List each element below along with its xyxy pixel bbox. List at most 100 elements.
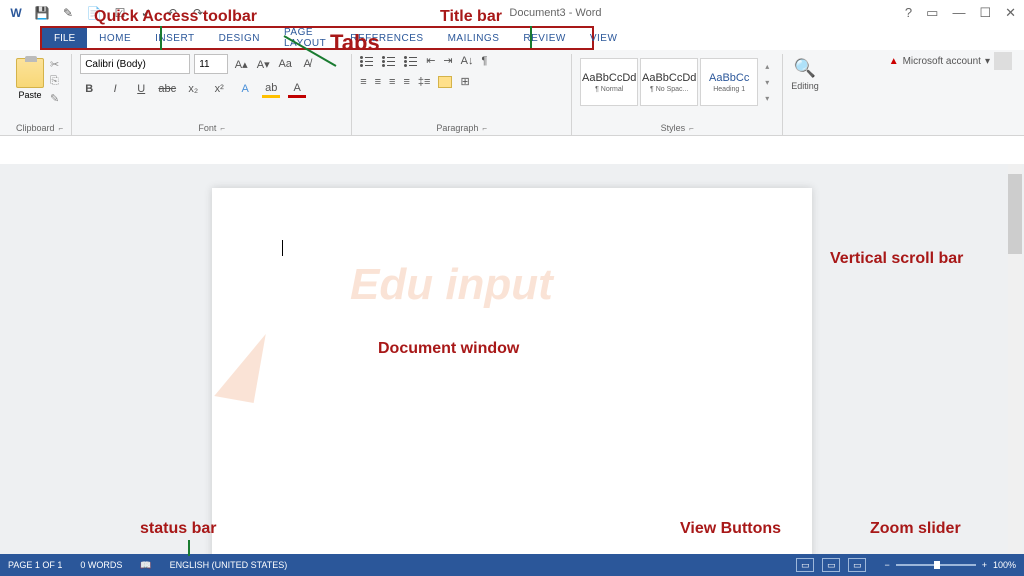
underline-button[interactable]: U <box>132 80 150 98</box>
group-editing: 🔍 Editing <box>783 54 827 135</box>
maximize-icon[interactable]: ☐ <box>979 5 991 21</box>
word-icon: W <box>8 5 24 21</box>
align-left-icon[interactable]: ≡ <box>360 76 366 88</box>
paragraph-dialog-icon[interactable]: ⌐ <box>482 124 487 133</box>
group-clipboard: Paste ✂ ⎘ ✎ Clipboard ⌐ <box>8 54 72 135</box>
ribbon: Paste ✂ ⎘ ✎ Clipboard ⌐ A▴ A▾ Aa A̸ B I <box>0 50 1024 136</box>
cut-icon[interactable]: ✂ <box>50 58 59 71</box>
bullets-icon[interactable] <box>360 55 374 67</box>
annot-viewbtns: View Buttons <box>680 520 781 538</box>
numbering-icon[interactable] <box>382 55 396 67</box>
show-marks-icon[interactable]: ¶ <box>481 55 487 67</box>
find-icon: 🔍 <box>794 58 816 79</box>
increase-indent-icon[interactable]: ⇥ <box>443 54 452 67</box>
paste-label: Paste <box>18 90 41 100</box>
view-buttons: ▭ ▭ ▭ <box>796 558 866 572</box>
styles-more-icon[interactable]: ▴▾▾ <box>760 58 774 106</box>
tab-insert[interactable]: INSERT <box>143 28 207 48</box>
annot-titlebar: Title bar <box>440 8 502 26</box>
annot-docwin: Document window <box>378 340 519 358</box>
style-no-spacing[interactable]: AaBbCcDd¶ No Spac... <box>640 58 698 106</box>
group-font-label: Font <box>198 123 216 133</box>
zoom-track[interactable] <box>896 564 976 566</box>
find-button[interactable]: 🔍 Editing <box>791 58 819 91</box>
group-clipboard-label: Clipboard <box>16 123 55 133</box>
qat-button-1[interactable]: ✎ <box>60 5 76 21</box>
borders-icon[interactable]: ⊞ <box>460 75 469 88</box>
align-right-icon[interactable]: ≡ <box>389 76 395 88</box>
italic-button[interactable]: I <box>106 80 124 98</box>
clear-format-icon[interactable]: A̸ <box>298 55 316 73</box>
minimize-icon[interactable]: — <box>952 5 965 21</box>
status-page[interactable]: PAGE 1 OF 1 <box>8 560 62 570</box>
save-icon[interactable]: 💾 <box>34 5 50 21</box>
group-paragraph-label: Paragraph <box>436 123 478 133</box>
group-font: A▴ A▾ Aa A̸ B I U abc x₂ x² A ab A Font ⌐ <box>72 54 352 135</box>
zoom-in-icon[interactable]: + <box>982 560 987 570</box>
grow-font-icon[interactable]: A▴ <box>232 55 250 73</box>
text-effects-icon[interactable]: A <box>236 80 254 98</box>
status-bar: PAGE 1 OF 1 0 WORDS 📖 ENGLISH (UNITED ST… <box>0 554 1024 576</box>
change-case-icon[interactable]: Aa <box>276 55 294 73</box>
document-area <box>0 164 1024 554</box>
status-proofing-icon[interactable]: 📖 <box>140 560 151 571</box>
clipboard-dialog-icon[interactable]: ⌐ <box>59 124 64 133</box>
group-styles: AaBbCcDd¶ Normal AaBbCcDd¶ No Spac... Aa… <box>572 54 783 135</box>
title-bar: Document3 - Word <box>216 7 895 19</box>
font-color-button[interactable]: A <box>288 80 306 98</box>
annot-tabs: Tabs <box>330 30 380 56</box>
format-painter-icon[interactable]: ✎ <box>50 92 59 105</box>
align-center-icon[interactable]: ≡ <box>375 76 381 88</box>
clipboard-icon <box>16 58 44 88</box>
text-cursor <box>282 240 283 256</box>
tab-home[interactable]: HOME <box>87 28 143 48</box>
account-area[interactable]: ▲Microsoft account▾ <box>889 52 1012 70</box>
style-heading1[interactable]: AaBbCcHeading 1 <box>700 58 758 106</box>
close-icon[interactable]: ✕ <box>1005 5 1016 21</box>
tab-design[interactable]: DESIGN <box>207 28 272 48</box>
tab-review[interactable]: REVIEW <box>511 28 577 48</box>
group-paragraph: ⇤ ⇥ A↓ ¶ ≡ ≡ ≡ ≡ ‡≡ ⊞ Paragraph ⌐ <box>352 54 572 135</box>
copy-icon[interactable]: ⎘ <box>50 75 59 88</box>
zoom-out-icon[interactable]: − <box>884 560 889 570</box>
status-language[interactable]: ENGLISH (UNITED STATES) <box>170 560 288 570</box>
line-spacing-icon[interactable]: ‡≡ <box>418 76 431 88</box>
view-read-icon[interactable]: ▭ <box>796 558 814 572</box>
subscript-button[interactable]: x₂ <box>184 80 202 98</box>
styles-dialog-icon[interactable]: ⌐ <box>689 124 694 133</box>
strike-button[interactable]: abc <box>158 80 176 98</box>
tab-page-layout[interactable]: PAGE LAYOUT <box>272 28 338 48</box>
account-label: Microsoft account <box>903 56 981 67</box>
bold-button[interactable]: B <box>80 80 98 98</box>
decrease-indent-icon[interactable]: ⇤ <box>426 54 435 67</box>
watermark: Edu input <box>350 260 553 310</box>
multilevel-icon[interactable] <box>404 55 418 67</box>
help-icon[interactable]: ? <box>905 5 912 21</box>
vertical-scrollbar[interactable] <box>1008 164 1022 554</box>
shading-icon[interactable] <box>438 76 452 88</box>
highlight-button[interactable]: ab <box>262 80 280 98</box>
font-dialog-icon[interactable]: ⌐ <box>220 124 225 133</box>
font-name-select[interactable] <box>80 54 190 74</box>
editing-label: Editing <box>791 81 819 91</box>
zoom-thumb[interactable] <box>934 561 940 569</box>
ribbon-options-icon[interactable]: ▭ <box>926 5 938 21</box>
view-print-icon[interactable]: ▭ <box>822 558 840 572</box>
sort-icon[interactable]: A↓ <box>461 55 474 67</box>
tab-file[interactable]: FILE <box>42 28 87 48</box>
document-page[interactable] <box>212 188 812 554</box>
zoom-value-label[interactable]: 100% <box>993 560 1016 570</box>
shrink-font-icon[interactable]: A▾ <box>254 55 272 73</box>
superscript-button[interactable]: x² <box>210 80 228 98</box>
view-web-icon[interactable]: ▭ <box>848 558 866 572</box>
style-normal[interactable]: AaBbCcDd¶ Normal <box>580 58 638 106</box>
tabs-bar: FILE HOME INSERT DESIGN PAGE LAYOUT REFE… <box>40 26 594 50</box>
justify-icon[interactable]: ≡ <box>403 76 409 88</box>
font-size-select[interactable] <box>194 54 228 74</box>
tab-view[interactable]: VIEW <box>578 28 630 48</box>
paste-button[interactable]: Paste <box>16 58 44 100</box>
annot-statusbar: status bar <box>140 520 216 538</box>
status-words[interactable]: 0 WORDS <box>80 560 122 570</box>
scrollbar-thumb[interactable] <box>1008 174 1022 254</box>
tab-mailings[interactable]: MAILINGS <box>436 28 512 48</box>
